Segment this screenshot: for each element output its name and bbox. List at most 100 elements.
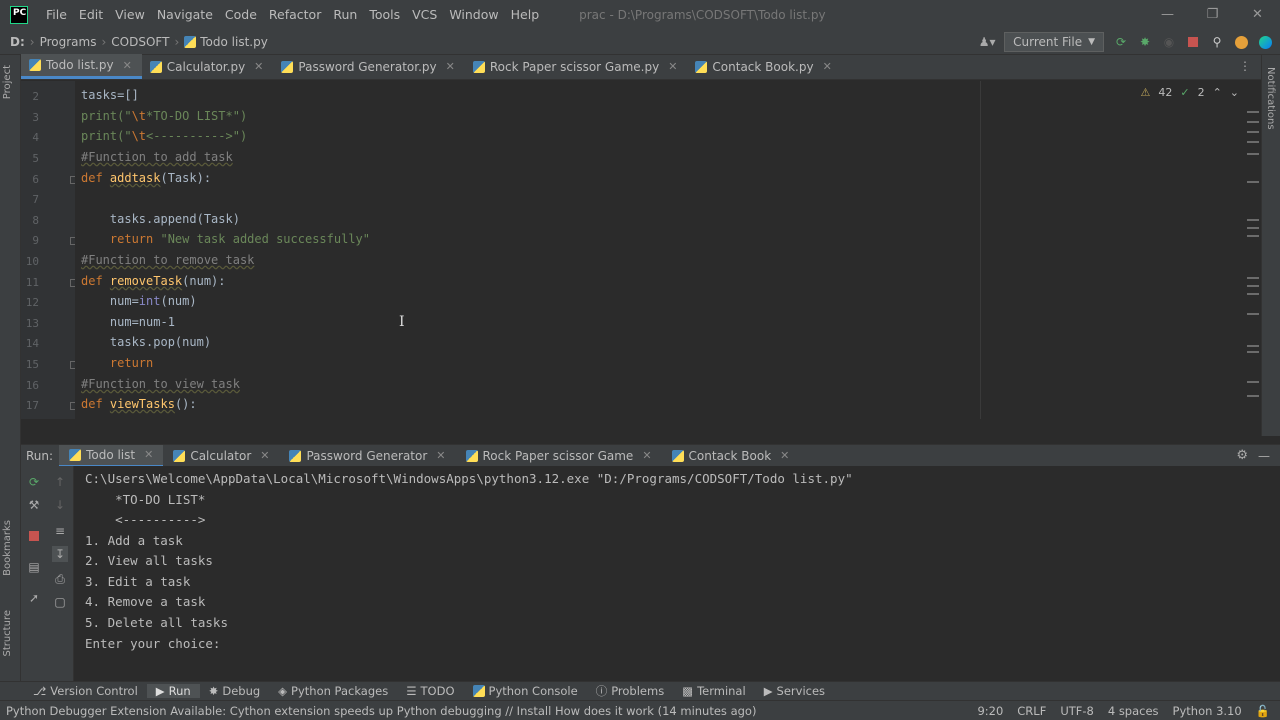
caret-position[interactable]: 9:20: [977, 704, 1003, 718]
run-configuration-select[interactable]: Current File ▼: [1004, 32, 1104, 52]
gear-icon[interactable]: ⚙: [1236, 448, 1248, 463]
close-tab-icon[interactable]: ✕: [123, 59, 132, 72]
close-tab-icon[interactable]: ✕: [642, 449, 651, 462]
code-text: (num):: [182, 274, 226, 288]
tool-run[interactable]: ▶ Run: [146, 684, 200, 698]
minimize-icon[interactable]: —: [1145, 0, 1190, 29]
soft-wrap-icon[interactable]: ≡: [52, 523, 68, 539]
indent-setting[interactable]: 4 spaces: [1108, 704, 1159, 718]
code-editor[interactable]: ⚠ 42 ✓ 2 ⌃ ⌄ tasks=[] print("\t*TO-DO LI…: [75, 81, 1261, 419]
menu-run[interactable]: Run: [327, 0, 363, 29]
scrollbar-marker: [1247, 141, 1259, 143]
debug-icon[interactable]: ✸: [1138, 35, 1152, 49]
layout-icon[interactable]: ▤: [26, 559, 42, 575]
structure-tool-label[interactable]: Structure: [2, 610, 13, 657]
scroll-to-end-icon[interactable]: ↧: [52, 546, 68, 562]
menu-help[interactable]: Help: [505, 0, 546, 29]
chevron-up-icon[interactable]: ⌃: [1213, 86, 1222, 99]
tab-label: Todo list.py: [46, 58, 114, 72]
close-tab-icon[interactable]: ✕: [668, 60, 677, 73]
close-tab-icon[interactable]: ✕: [446, 60, 455, 73]
right-margin-guide: [980, 81, 981, 419]
arrow-up-icon[interactable]: ↑: [52, 474, 68, 490]
run-configuration-label: Current File: [1013, 35, 1083, 49]
run-tab-calculator[interactable]: Calculator ✕: [163, 445, 279, 467]
more-tabs-icon[interactable]: ⋮: [1239, 59, 1251, 73]
rerun-icon[interactable]: ⟳: [26, 474, 42, 490]
run-tab-todo-list[interactable]: Todo list ✕: [59, 444, 164, 467]
status-message[interactable]: Python Debugger Extension Available: Cyt…: [6, 704, 756, 718]
arrow-down-icon[interactable]: ↓: [52, 497, 68, 513]
close-icon[interactable]: ✕: [1235, 0, 1280, 29]
menu-vcs[interactable]: VCS: [406, 0, 443, 29]
inspection-widget[interactable]: ⚠ 42 ✓ 2 ⌃ ⌄: [1140, 86, 1239, 99]
tool-window-bar: ⎇ Version Control ▶ Run ✸ Debug ◈ Python Pac…: [0, 681, 1280, 700]
close-tab-icon[interactable]: ✕: [254, 60, 263, 73]
update-icon[interactable]: [1234, 35, 1248, 49]
close-tab-icon[interactable]: ✕: [260, 449, 269, 462]
pin-icon[interactable]: ➚: [26, 590, 42, 606]
lock-icon[interactable]: 🔓: [1256, 704, 1270, 718]
wrench-icon[interactable]: ⚒: [26, 497, 42, 513]
chevron-down-icon[interactable]: ⌄: [1230, 86, 1239, 99]
scrollbar-marker: [1247, 181, 1259, 183]
tab-todo-list[interactable]: Todo list.py ✕: [21, 54, 142, 79]
tool-version-control[interactable]: ⎇ Version Control: [24, 684, 147, 698]
user-icon[interactable]: ♟▾: [979, 35, 996, 49]
tab-contack-book[interactable]: Contack Book.py ✕: [687, 54, 841, 79]
coverage-icon[interactable]: ◉: [1162, 35, 1176, 49]
hide-panel-icon[interactable]: —: [1258, 449, 1270, 463]
python-file-icon: [29, 59, 41, 71]
menu-navigate[interactable]: Navigate: [151, 0, 219, 29]
code-string: "New task added successfully": [160, 232, 370, 246]
breadcrumb-codsoft[interactable]: CODSOFT: [111, 35, 169, 49]
run-tab-rock-paper-scissor[interactable]: Rock Paper scissor Game ✕: [456, 445, 662, 467]
tool-debug[interactable]: ✸ Debug: [200, 684, 269, 698]
file-encoding[interactable]: UTF-8: [1060, 704, 1094, 718]
run-tab-contack-book[interactable]: Contack Book ✕: [662, 445, 800, 467]
close-tab-icon[interactable]: ✕: [144, 448, 153, 461]
close-tab-icon[interactable]: ✕: [780, 449, 789, 462]
breadcrumb-drive[interactable]: D:: [10, 35, 25, 49]
tool-python-packages[interactable]: ◈ Python Packages: [269, 684, 397, 698]
stop-icon[interactable]: [26, 528, 42, 544]
run-tab-password-generator[interactable]: Password Generator ✕: [279, 445, 455, 467]
close-tab-icon[interactable]: ✕: [823, 60, 832, 73]
print-icon[interactable]: ⎙: [52, 571, 68, 587]
breadcrumb-file[interactable]: Todo list.py: [200, 35, 268, 49]
tool-services[interactable]: ▶ Services: [755, 684, 834, 698]
menu-tools[interactable]: Tools: [363, 0, 406, 29]
tool-python-console[interactable]: Python Console: [464, 684, 587, 698]
code-line: tasks=[]: [81, 88, 139, 102]
python-interpreter[interactable]: Python 3.10: [1173, 704, 1242, 718]
line-separator[interactable]: CRLF: [1017, 704, 1046, 718]
search-icon[interactable]: ⚲: [1210, 35, 1224, 49]
menu-view[interactable]: View: [109, 0, 151, 29]
code-escape: \t: [131, 109, 147, 123]
rerun-icon[interactable]: ⟳: [1114, 35, 1128, 49]
notifications-tool-label[interactable]: Notifications: [1265, 67, 1276, 130]
menu-refactor[interactable]: Refactor: [263, 0, 327, 29]
stop-icon[interactable]: [1186, 35, 1200, 49]
trash-icon[interactable]: ▢: [52, 594, 68, 610]
tool-terminal[interactable]: ▩ Terminal: [673, 684, 754, 698]
breadcrumb-programs[interactable]: Programs: [40, 35, 97, 49]
project-tool-label[interactable]: Project: [2, 65, 13, 99]
menu-edit[interactable]: Edit: [73, 0, 109, 29]
breadcrumb-separator: ›: [29, 34, 35, 49]
tab-calculator[interactable]: Calculator.py ✕: [142, 54, 274, 79]
tool-problems[interactable]: ⓘ Problems: [587, 683, 674, 699]
tool-todo[interactable]: ☰ TODO: [397, 684, 463, 698]
jetbrains-icon[interactable]: [1258, 35, 1272, 49]
close-tab-icon[interactable]: ✕: [436, 449, 445, 462]
tab-password-generator[interactable]: Password Generator.py ✕: [273, 54, 464, 79]
console-output[interactable]: C:\Users\Welcome\AppData\Local\Microsoft…: [74, 466, 1280, 681]
menu-code[interactable]: Code: [219, 0, 263, 29]
console-line: <---------->: [85, 512, 206, 527]
packages-icon: ◈: [278, 684, 288, 698]
menu-window[interactable]: Window: [443, 0, 504, 29]
menu-file[interactable]: File: [40, 0, 73, 29]
tab-rock-paper-scissor[interactable]: Rock Paper scissor Game.py ✕: [465, 54, 688, 79]
restore-icon[interactable]: ❐: [1190, 0, 1235, 29]
bookmarks-tool-label[interactable]: Bookmarks: [2, 520, 13, 576]
